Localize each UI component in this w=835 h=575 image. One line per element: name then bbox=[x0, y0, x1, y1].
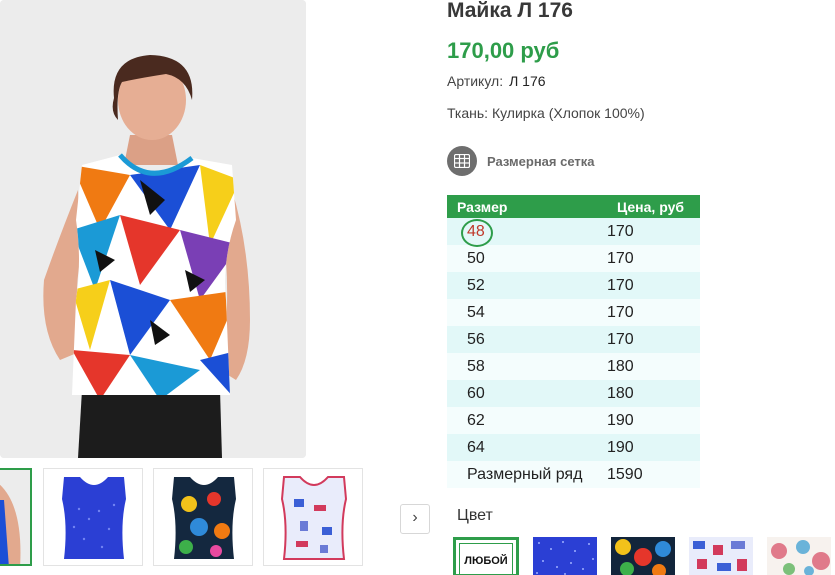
color-option-blue-dots[interactable] bbox=[533, 537, 597, 575]
size-table-body: 48 170 50 170 52 170 54 170 56 170 58 180 60 180 62 190… bbox=[447, 218, 700, 488]
price-cell: 1590 bbox=[607, 465, 643, 483]
size-cell: 58 bbox=[467, 357, 485, 375]
thumb-blue-dots[interactable] bbox=[43, 468, 143, 566]
price-cell: 170 bbox=[607, 303, 634, 321]
price-cell: 190 bbox=[607, 411, 634, 429]
color-any-label: ЛЮБОЙ bbox=[459, 543, 513, 574]
size-row[interactable]: 54 170 bbox=[447, 299, 700, 326]
thumb-floral-dark[interactable] bbox=[153, 468, 253, 566]
size-cell: 52 bbox=[467, 276, 485, 294]
thumb-main-photo[interactable] bbox=[0, 468, 32, 566]
size-column-header: Размер bbox=[457, 198, 508, 215]
size-cell: 50 bbox=[467, 249, 485, 267]
chevron-right-icon[interactable]: › bbox=[400, 504, 430, 534]
sku-line: Артикул: Л 176 bbox=[447, 73, 546, 89]
size-cell: 54 bbox=[467, 303, 485, 321]
color-option-white-floral[interactable] bbox=[767, 537, 831, 575]
color-option-light-pattern[interactable] bbox=[689, 537, 753, 575]
size-row[interactable]: 58 180 bbox=[447, 353, 700, 380]
size-cell: Размерный ряд bbox=[467, 465, 583, 483]
size-chart-label: Размерная сетка bbox=[487, 153, 595, 169]
product-title: Майка Л 176 bbox=[447, 0, 573, 22]
size-cell: 48 bbox=[447, 218, 607, 247]
size-row[interactable]: 50 170 bbox=[447, 245, 700, 272]
size-cell: 64 bbox=[467, 438, 485, 456]
sku-label: Артикул: bbox=[447, 73, 504, 89]
price-column-header: Цена, руб bbox=[617, 198, 685, 215]
color-option-dark-floral[interactable] bbox=[611, 537, 675, 575]
price-cell: 170 bbox=[607, 276, 634, 294]
price-cell: 190 bbox=[607, 438, 634, 456]
size-row[interactable]: 60 180 bbox=[447, 380, 700, 407]
product-price: 170,00 руб bbox=[447, 38, 560, 63]
table-grid-icon bbox=[447, 146, 477, 176]
price-cell: 170 bbox=[607, 222, 634, 240]
thumbnail-strip bbox=[0, 468, 380, 575]
size-row[interactable]: 62 190 bbox=[447, 407, 700, 434]
size-price-table: Размер Цена, руб 48 170 50 170 52 170 54 170 56 1… bbox=[447, 195, 700, 488]
fabric-info: Ткань: Кулирка (Хлопок 100%) bbox=[447, 105, 645, 121]
price-cell: 180 bbox=[607, 384, 634, 402]
sku-value: Л 176 bbox=[509, 73, 546, 89]
size-row[interactable]: 48 170 bbox=[447, 218, 700, 247]
size-table-header: Размер Цена, руб bbox=[447, 195, 700, 218]
price-cell: 180 bbox=[607, 357, 634, 375]
price-cell: 170 bbox=[607, 249, 634, 267]
color-section-title: Цвет bbox=[457, 507, 493, 524]
color-option-any[interactable]: ЛЮБОЙ bbox=[453, 537, 519, 575]
size-row[interactable]: 56 170 bbox=[447, 326, 700, 353]
price-cell: 170 bbox=[607, 330, 634, 348]
size-row[interactable]: Размерный ряд 1590 bbox=[447, 461, 700, 488]
main-product-photo[interactable] bbox=[0, 0, 306, 458]
thumb-pattern-light[interactable] bbox=[263, 468, 363, 566]
size-row[interactable]: 64 190 bbox=[447, 434, 700, 461]
size-chart-link[interactable]: Размерная сетка bbox=[447, 146, 595, 176]
size-cell: 60 bbox=[467, 384, 485, 402]
size-cell: 56 bbox=[467, 330, 485, 348]
size-cell: 62 bbox=[467, 411, 485, 429]
size-row[interactable]: 52 170 bbox=[447, 272, 700, 299]
